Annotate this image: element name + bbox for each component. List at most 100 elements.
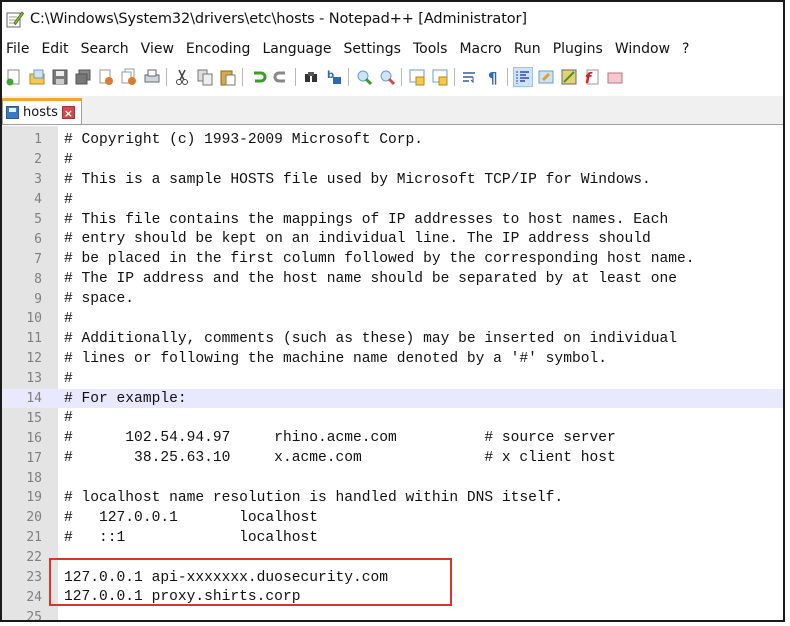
code-line[interactable]: 25: [2, 607, 783, 620]
code-line[interactable]: 17 # 38.25.63.10 x.acme.com # x client ho…: [2, 448, 783, 468]
word-wrap-icon[interactable]: [461, 68, 479, 86]
code-line[interactable]: 19 # localhost name resolution is handled…: [2, 488, 783, 508]
user-language-icon[interactable]: [537, 68, 555, 86]
line-text: 127.0.0.1 api-xxxxxxx.duosecurity.com: [64, 569, 389, 586]
line-number: 17: [26, 450, 42, 466]
menu-language[interactable]: Language: [262, 41, 331, 57]
close-icon[interactable]: [97, 68, 115, 86]
indent-guide-icon[interactable]: [512, 67, 533, 87]
zoom-in-icon[interactable]: [355, 68, 373, 86]
code-line[interactable]: 7 # be placed in the first column followe…: [2, 249, 783, 269]
line-text: # localhost name resolution is handled w…: [64, 489, 564, 506]
open-file-icon[interactable]: [28, 68, 46, 86]
title-bar: C:\Windows\System32\drivers\etc\hosts - …: [2, 2, 783, 36]
notepad-pen-icon: [6, 10, 24, 28]
function-list-icon[interactable]: f: [583, 68, 601, 86]
code-line[interactable]: 15 #: [2, 408, 783, 428]
menu-tools[interactable]: Tools: [413, 41, 448, 57]
menu-bar: File Edit Search View Encoding Language Settin…: [2, 38, 783, 60]
document-map-icon[interactable]: [560, 68, 578, 86]
menu-view[interactable]: View: [141, 41, 174, 57]
new-file-icon[interactable]: [5, 68, 23, 86]
cut-icon[interactable]: [173, 68, 191, 86]
menu-settings[interactable]: Settings: [344, 41, 401, 57]
show-all-chars-icon[interactable]: ¶: [484, 68, 502, 86]
menu-encoding[interactable]: Encoding: [186, 41, 251, 57]
toolbar-separator: [401, 68, 402, 86]
line-text: # ::1 localhost: [64, 529, 318, 546]
code-line[interactable]: 22: [2, 548, 783, 568]
toolbar-separator: [507, 68, 508, 86]
line-number: 24: [26, 589, 42, 605]
menu-search[interactable]: Search: [81, 41, 129, 57]
line-text: 127.0.0.1 proxy.shirts.corp: [64, 589, 301, 606]
code-lines[interactable]: 1 # Copyright (c) 1993-2009 Microsoft Cor…: [2, 130, 783, 620]
code-line[interactable]: 13 #: [2, 369, 783, 389]
sync-vertical-icon[interactable]: [408, 68, 426, 86]
toolbar: b ¶ f: [2, 64, 783, 90]
code-line[interactable]: 21 # ::1 localhost: [2, 528, 783, 548]
toolbar-separator: [242, 68, 243, 86]
code-line[interactable]: 5 # This file contains the mappings of IP…: [2, 210, 783, 230]
code-line[interactable]: 9 # space.: [2, 289, 783, 309]
menu-macro[interactable]: Macro: [459, 41, 501, 57]
code-line[interactable]: 18: [2, 468, 783, 488]
line-text: #: [64, 310, 73, 327]
line-number: 19: [26, 490, 42, 506]
menu-file[interactable]: File: [6, 41, 29, 57]
line-number: 3: [34, 172, 42, 188]
tab-hosts[interactable]: hosts ×: [2, 98, 82, 124]
code-line[interactable]: 24 127.0.0.1 proxy.shirts.corp: [2, 587, 783, 607]
save-all-icon[interactable]: [74, 68, 92, 86]
code-line[interactable]: 2 #: [2, 150, 783, 170]
code-line[interactable]: 3 # This is a sample HOSTS file used by M…: [2, 170, 783, 190]
line-number: 1: [34, 132, 42, 148]
sync-horizontal-icon[interactable]: [431, 68, 449, 86]
save-icon[interactable]: [51, 68, 69, 86]
menu-window[interactable]: Window: [615, 41, 670, 57]
replace-icon[interactable]: b: [325, 68, 343, 86]
menu-help[interactable]: ?: [682, 41, 689, 57]
line-text: # The IP address and the host name shoul…: [64, 271, 678, 288]
code-line[interactable]: 12 # lines or following the machine name …: [2, 349, 783, 369]
code-line[interactable]: 16 # 102.54.94.97 rhino.acme.com # source…: [2, 428, 783, 448]
code-line[interactable]: 11 # Additionally, comments (such as thes…: [2, 329, 783, 349]
toolbar-separator: [166, 68, 167, 86]
menu-plugins[interactable]: Plugins: [553, 41, 603, 57]
undo-icon[interactable]: [249, 68, 267, 86]
copy-icon[interactable]: [196, 68, 214, 86]
menu-run[interactable]: Run: [514, 41, 541, 57]
line-number: 6: [34, 231, 42, 247]
line-text: # This is a sample HOSTS file used by Mi…: [64, 171, 651, 188]
menu-edit[interactable]: Edit: [41, 41, 68, 57]
redo-icon[interactable]: [272, 68, 290, 86]
code-line[interactable]: 10 #: [2, 309, 783, 329]
code-line[interactable]: 6 # entry should be kept on an individual…: [2, 229, 783, 249]
code-line[interactable]: 8 # The IP address and the host name shou…: [2, 269, 783, 289]
line-number: 8: [34, 271, 42, 287]
line-text: #: [64, 151, 73, 168]
svg-text:¶: ¶: [488, 69, 498, 86]
line-text: # Copyright (c) 1993-2009 Microsoft Corp…: [64, 131, 424, 148]
code-line[interactable]: 4 #: [2, 190, 783, 210]
code-line[interactable]: 14 # For example:: [2, 388, 783, 409]
code-line[interactable]: 23 127.0.0.1 api-xxxxxxx.duosecurity.com: [2, 568, 783, 588]
code-line[interactable]: 1 # Copyright (c) 1993-2009 Microsoft Cor…: [2, 130, 783, 150]
tab-label: hosts: [23, 105, 58, 120]
line-number: 23: [26, 570, 42, 586]
line-number: 20: [26, 510, 42, 526]
zoom-out-icon[interactable]: [378, 68, 396, 86]
print-icon[interactable]: [143, 68, 161, 86]
folder-as-workspace-icon[interactable]: [606, 68, 624, 86]
toolbar-separator: [348, 68, 349, 86]
editor[interactable]: 1 # Copyright (c) 1993-2009 Microsoft Cor…: [2, 126, 783, 620]
line-number: 18: [26, 470, 42, 486]
find-icon[interactable]: [302, 68, 320, 86]
code-line[interactable]: 20 # 127.0.0.1 localhost: [2, 508, 783, 528]
close-all-icon[interactable]: [120, 68, 138, 86]
line-number: 12: [26, 351, 42, 367]
close-tab-icon[interactable]: ×: [61, 106, 75, 120]
line-text: # 38.25.63.10 x.acme.com # x client host: [64, 450, 616, 467]
line-number: 2: [34, 152, 42, 168]
paste-icon[interactable]: [219, 68, 237, 86]
